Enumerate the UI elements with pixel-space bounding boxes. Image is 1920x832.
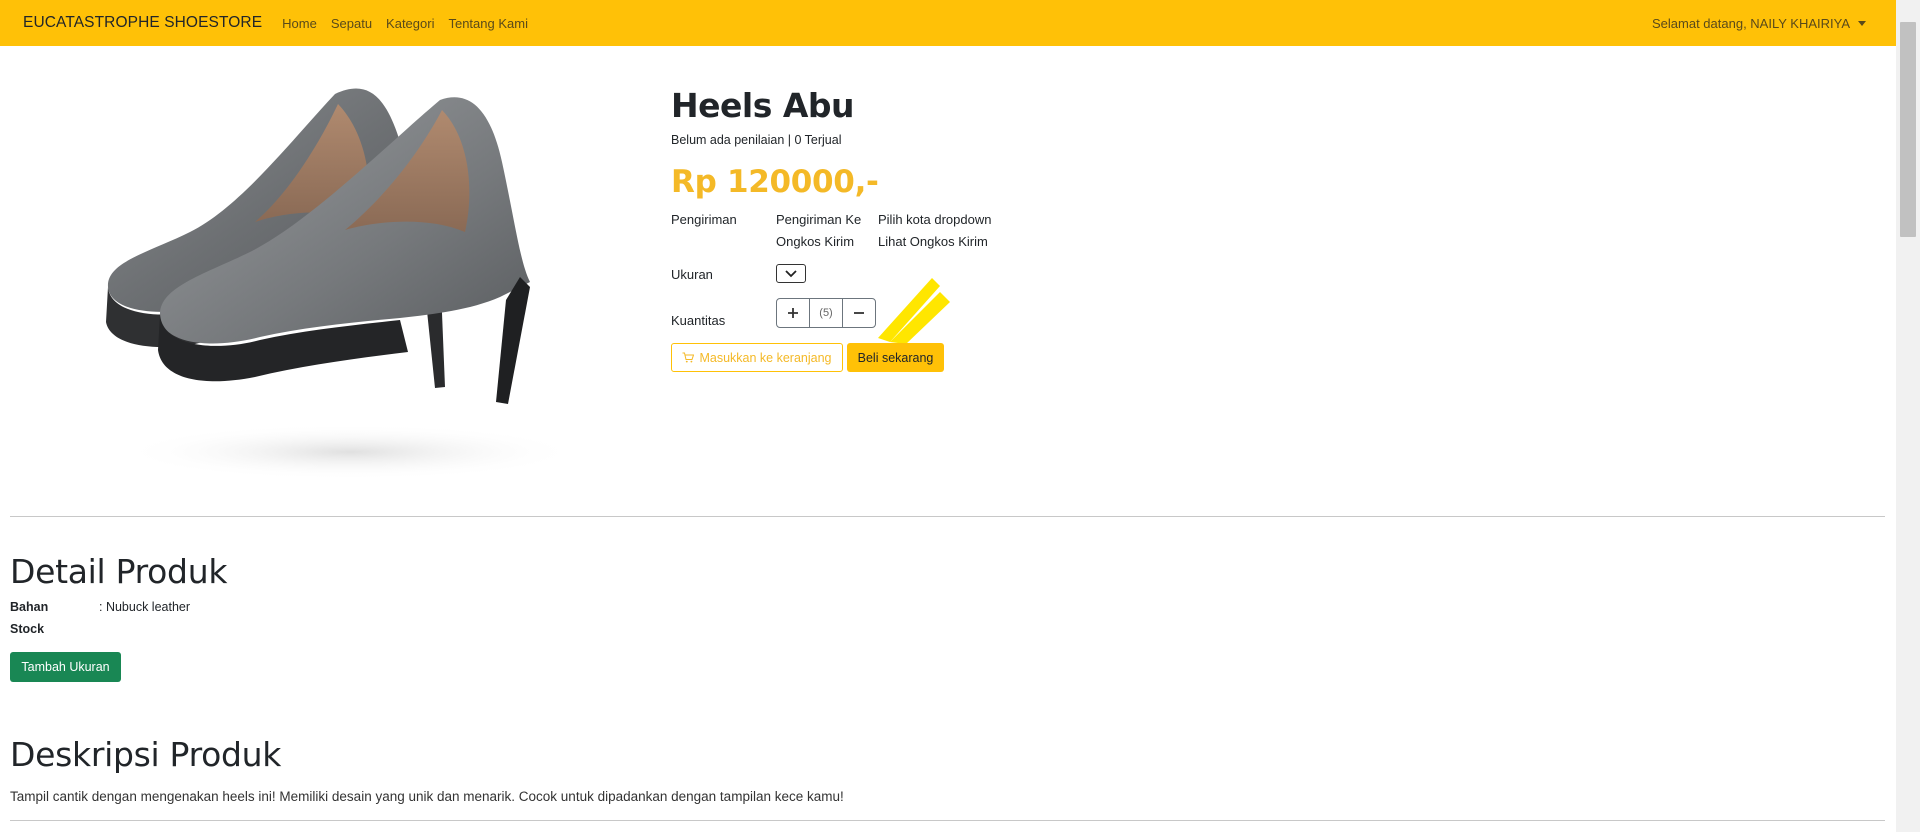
bottom-divider: [10, 820, 1885, 821]
material-key: Bahan: [10, 600, 49, 614]
quantity-label: Kuantitas: [671, 313, 726, 328]
navbar: EUCATASTROPHE SHOESTORE Home Sepatu Kate…: [0, 0, 1920, 46]
shipping-cost-label: Ongkos Kirim: [776, 234, 855, 249]
scrollbar[interactable]: [1896, 0, 1920, 832]
user-greeting: Selamat datang, NAILY KHAIRIYA: [1652, 15, 1850, 31]
rating-text: Belum ada penilaian | 0 Terjual: [671, 133, 842, 147]
section-divider: [10, 516, 1885, 517]
description-section-title: Deskripsi Produk: [10, 735, 282, 774]
product-image: [106, 88, 580, 480]
detail-section-title: Detail Produk: [10, 552, 228, 591]
nav-link-kategori[interactable]: Kategori: [386, 16, 434, 31]
caret-down-icon: [1858, 20, 1866, 26]
description-text: Tampil cantik dengan mengenakan heels in…: [10, 789, 844, 804]
product-price: Rp 120000,-: [671, 164, 879, 200]
quantity-decrease-button[interactable]: [843, 299, 875, 327]
add-size-button[interactable]: Tambah Ukuran: [10, 652, 121, 682]
add-to-cart-label: Masukkan ke keranjang: [699, 350, 832, 365]
brand-logo[interactable]: EUCATASTROPHE SHOESTORE: [23, 14, 262, 32]
shipping-to-label: Pengiriman Ke: [776, 212, 862, 227]
chevron-down-icon: [785, 269, 797, 277]
highlighter-mark: [878, 278, 950, 344]
cart-icon: [682, 352, 695, 363]
shipping-city-dropdown[interactable]: Pilih kota dropdown: [878, 212, 991, 227]
nav-link-tentang-kami[interactable]: Tentang Kami: [448, 16, 528, 31]
material-value: : Nubuck leather: [99, 600, 191, 614]
scrollbar-thumb[interactable]: [1900, 22, 1916, 237]
minus-icon: [854, 312, 865, 314]
add-to-cart-button[interactable]: Masukkan ke keranjang: [671, 343, 843, 372]
stock-key: Stock: [10, 622, 45, 636]
shipping-cost-link[interactable]: Lihat Ongkos Kirim: [878, 234, 988, 249]
quantity-increase-button[interactable]: [777, 299, 809, 327]
size-select[interactable]: [776, 264, 806, 283]
user-menu-dropdown[interactable]: Selamat datang, NAILY KHAIRIYA: [1652, 0, 1866, 46]
size-label: Ukuran: [671, 267, 713, 282]
shipping-label: Pengiriman: [671, 212, 737, 227]
plus-icon: [787, 308, 798, 318]
nav-links: Home Sepatu Kategori Tentang Kami: [282, 16, 528, 31]
buy-now-button[interactable]: Beli sekarang: [847, 343, 944, 372]
quantity-stepper: (5): [776, 298, 876, 328]
product-title: Heels Abu: [671, 86, 854, 125]
nav-link-home[interactable]: Home: [282, 16, 317, 31]
nav-link-sepatu[interactable]: Sepatu: [331, 16, 372, 31]
quantity-value[interactable]: (5): [808, 299, 844, 327]
